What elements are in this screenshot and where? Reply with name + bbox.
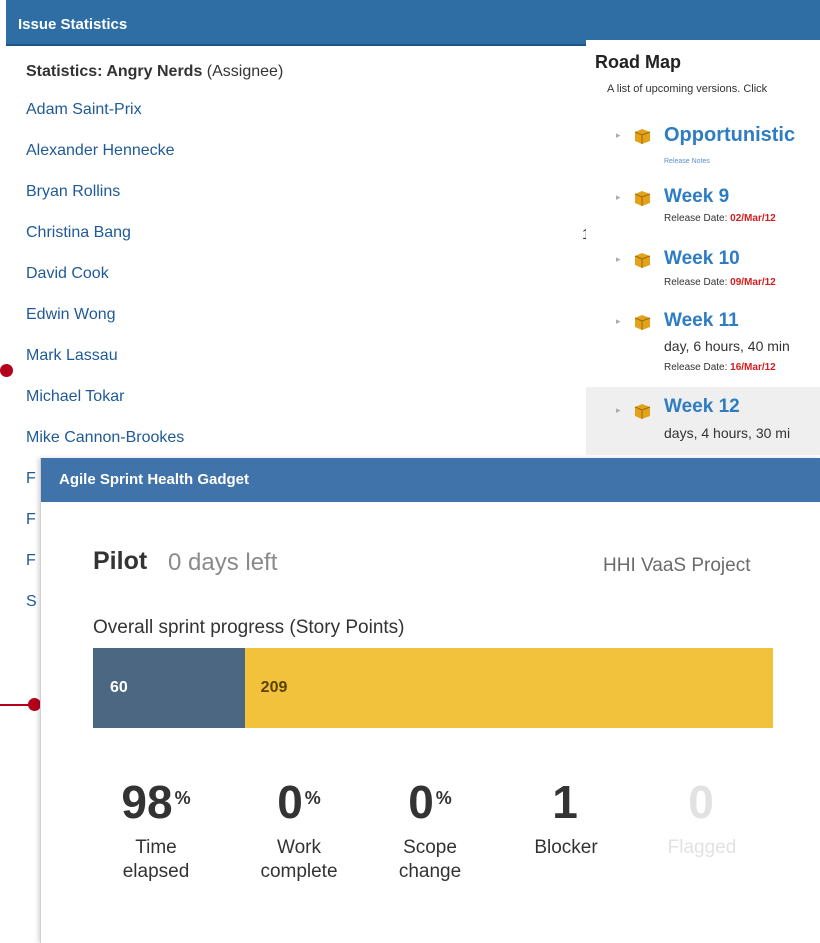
release-notes-link[interactable]: Release Notes	[664, 158, 710, 165]
road-map-gadget: Road Map A list of upcoming versions. Cl…	[586, 40, 820, 455]
metric-label: complete	[260, 861, 338, 882]
metric-scope-change: 0% Scope change	[371, 776, 489, 884]
version-name[interactable]: Week 12	[664, 396, 740, 418]
release-date-label: Release Date:	[664, 277, 728, 288]
road-map-description: A list of upcoming versions. Click	[607, 83, 768, 95]
assignee-row[interactable]: Alexander Hennecke	[26, 141, 606, 182]
package-icon	[634, 315, 651, 330]
package-icon	[634, 191, 651, 206]
expand-arrow-icon[interactable]: ▸	[616, 405, 621, 416]
metric-value: 98	[121, 776, 173, 828]
assignee-row[interactable]: Bryan Rollins	[26, 182, 606, 223]
statistics-project: Statistics: Angry Nerds	[26, 63, 203, 80]
time-remaining: day, 6 hours, 40 min	[664, 338, 790, 354]
metric-label: Scope	[403, 837, 457, 858]
release-date: Release Date: 16/Mar/12	[664, 362, 776, 373]
expand-arrow-icon[interactable]: ▸	[616, 192, 621, 203]
annotation-dot	[0, 364, 13, 377]
metric-label: change	[398, 861, 462, 882]
metric-value: 1	[552, 776, 578, 828]
sprint-health-header: Agile Sprint Health Gadget	[41, 458, 820, 502]
release-date-label: Release Date:	[664, 362, 728, 373]
version-name[interactable]: Week 11	[664, 310, 739, 332]
expand-arrow-icon[interactable]: ▸	[616, 254, 621, 265]
assignee-row[interactable]: Mark Lassau	[26, 346, 606, 387]
metric-value: 0	[277, 776, 303, 828]
expand-arrow-icon[interactable]: ▸	[616, 130, 621, 141]
metric-time-elapsed: 98% Time elapsed	[97, 776, 215, 884]
time-remaining: days, 4 hours, 30 mi	[664, 425, 791, 441]
metric-value: 0	[688, 776, 714, 828]
project-name: HHI VaaS Project	[603, 555, 751, 576]
release-date-value: 16/Mar/12	[730, 362, 776, 373]
release-date: Release Date: 02/Mar/12	[664, 213, 776, 224]
metric-value: 0	[408, 776, 434, 828]
road-map-title: Road Map	[595, 52, 682, 72]
days-left: 0 days left	[168, 549, 278, 576]
metric-suffix: %	[304, 788, 321, 808]
assignee-row[interactable]: Adam Saint-Prix	[26, 100, 606, 141]
release-date-value: 02/Mar/12	[730, 213, 776, 224]
metric-blocker: 1 Blocker	[507, 776, 625, 860]
metric-work-complete: 0% Work complete	[240, 776, 358, 884]
release-date-label: Release Date:	[664, 213, 728, 224]
assignee-row[interactable]: Christina Bang	[26, 223, 606, 264]
version-name[interactable]: Week 10	[664, 248, 740, 270]
release-date: Release Date: 09/Mar/12	[664, 277, 776, 288]
assignee-row[interactable]: Edwin Wong	[26, 305, 606, 346]
progress-remaining-segment: 209	[244, 648, 773, 728]
metric-suffix: %	[174, 788, 191, 808]
metric-label: Blocker	[534, 837, 598, 858]
package-icon	[634, 129, 651, 144]
progress-label: Overall sprint progress (Story Points)	[93, 617, 405, 638]
sprint-name: Pilot	[93, 547, 148, 575]
package-icon	[634, 404, 651, 419]
sprint-health-gadget: Agile Sprint Health Gadget Pilot 0 days …	[40, 458, 820, 943]
metric-suffix: %	[435, 788, 452, 808]
assignee-row[interactable]: Michael Tokar	[26, 387, 606, 428]
statistics-subtitle: Statistics: Angry Nerds (Assignee)	[26, 63, 283, 81]
release-date-value: 09/Mar/12	[730, 277, 776, 288]
sprint-progress-bar: 60 209	[93, 648, 773, 728]
version-name[interactable]: Week 9	[664, 186, 729, 208]
metric-label: Work	[277, 837, 321, 858]
statistics-type: (Assignee)	[206, 63, 284, 80]
metric-label: Time	[135, 837, 177, 858]
progress-done-segment: 60	[93, 648, 245, 728]
metric-flagged: 0 Flagged	[643, 776, 761, 860]
package-icon	[634, 253, 651, 268]
version-item-selected: ▸ Week 12 days, 4 hours, 30 mi	[586, 387, 820, 455]
metric-label: elapsed	[122, 861, 190, 882]
expand-arrow-icon[interactable]: ▸	[616, 316, 621, 327]
metric-label: Flagged	[667, 837, 737, 858]
assignee-row[interactable]: David Cook	[26, 264, 606, 305]
version-name[interactable]: Opportunistic	[664, 124, 795, 147]
